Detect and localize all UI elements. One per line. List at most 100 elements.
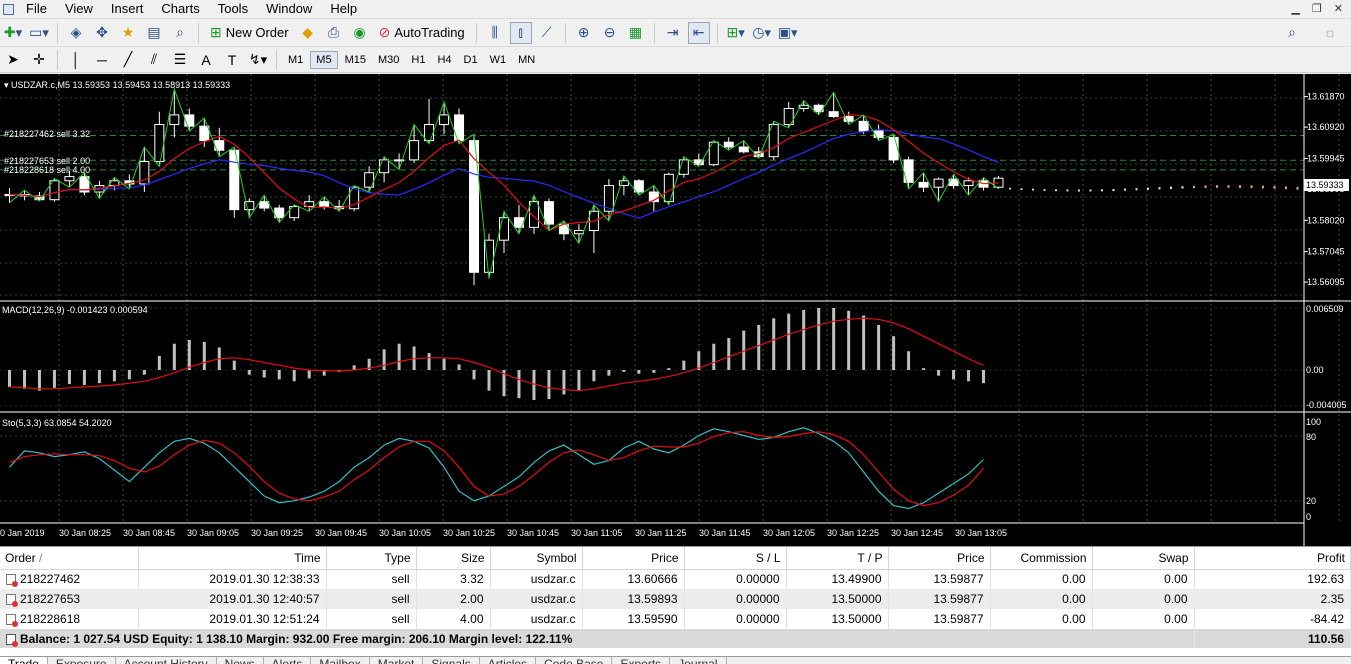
zoom-out-icon[interactable]: ⊖ [599, 22, 621, 44]
terminal-tab[interactable]: Market [370, 657, 424, 664]
profiles-icon[interactable]: ▭ ▾ [28, 22, 50, 44]
terminal-tab[interactable]: Trade [0, 657, 48, 664]
timeframe-w1[interactable]: W1 [485, 52, 512, 68]
terminal-tab[interactable]: Alerts [264, 657, 312, 664]
indicators-icon[interactable]: ⊞ ▾ [725, 22, 747, 44]
timeframe-m1[interactable]: M1 [283, 52, 308, 68]
crosshair-icon[interactable]: ✛ [28, 49, 50, 71]
strategy-tester-icon[interactable]: ⌕ [169, 22, 191, 44]
candlestick-icon[interactable]: ⫾ [509, 21, 532, 44]
trade-cell: 0.00 [990, 569, 1093, 589]
trade-row[interactable]: 218227653 2019.01.30 12:40:57 sell 2.00 usdz… [0, 589, 1351, 609]
line-chart-icon[interactable]: ⟋ [536, 22, 558, 44]
data-window-icon[interactable]: ✥ [91, 22, 113, 44]
arrows-icon[interactable]: ↯ ▾ [247, 49, 269, 71]
chart-shift-icon[interactable]: ⇤ [687, 21, 710, 44]
timeframe-h1[interactable]: H1 [406, 52, 430, 68]
time-tick: 30 Jan 12:45 [891, 528, 943, 538]
chat-icon[interactable]: ◌ [1319, 22, 1341, 44]
time-tick: 30 Jan 11:05 [571, 528, 622, 538]
search-icon[interactable]: ⌕ [1281, 22, 1303, 44]
trade-cell: 13.50000 [786, 589, 889, 609]
timeframe-h4[interactable]: H4 [432, 52, 456, 68]
col-time[interactable]: Time [138, 547, 327, 570]
new-chart-icon[interactable]: ✚ ▾ [2, 22, 24, 44]
macd-tick-top: 0.006509 [1306, 304, 1344, 314]
metaeditor-icon[interactable]: ◆ [297, 22, 319, 44]
col-commission[interactable]: Commission [990, 547, 1093, 570]
trade-row[interactable]: 218228618 2019.01.30 12:51:24 sell 4.00 usdz… [0, 609, 1351, 629]
terminal-tab[interactable]: Exposure [48, 657, 116, 664]
vertical-line-icon[interactable]: │ [65, 49, 87, 71]
terminal-tab[interactable]: Code Base [536, 657, 613, 664]
col-symbol[interactable]: Symbol [490, 547, 583, 570]
terminal-icon[interactable]: ▤ [143, 22, 165, 44]
balance-row: Balance: 1 027.54 USD Equity: 1 138.10 M… [0, 629, 1351, 648]
col-sl[interactable]: S / L [684, 547, 787, 570]
candle-body [64, 176, 75, 182]
channel-icon[interactable]: ⫽ [143, 49, 165, 71]
candle-body [439, 114, 450, 126]
chart-canvas[interactable]: ▾ USDZAR.c,M5 13.59353 13.59453 13.58913… [0, 74, 1351, 546]
col-current-price[interactable]: Price [888, 547, 991, 570]
col-swap[interactable]: Swap [1092, 547, 1195, 570]
minimize-icon[interactable]: ▁ [1291, 2, 1299, 15]
terminal-tab[interactable]: Account History [116, 657, 217, 664]
candle-body [933, 178, 944, 188]
horizontal-line-icon[interactable]: ─ [91, 49, 113, 71]
terminal-tab[interactable]: Signals [423, 657, 480, 664]
new-order-button[interactable]: ⊞ New Order [206, 22, 293, 44]
navigator-icon[interactable]: ★ [117, 22, 139, 44]
menu-charts[interactable]: Charts [153, 0, 209, 18]
candle-body [184, 114, 195, 127]
col-size[interactable]: Size [416, 547, 491, 570]
close-icon[interactable]: ✕ [1334, 2, 1343, 15]
col-order[interactable]: Order / [0, 547, 139, 570]
menu-tools[interactable]: Tools [210, 0, 258, 18]
terminal-tab[interactable]: Articles [480, 657, 537, 664]
menu-insert[interactable]: Insert [103, 0, 154, 18]
order-line-label-1: #218227462 sell 3.32 [4, 129, 90, 139]
sto-signal-line [9, 431, 984, 507]
chart-window[interactable]: ▾ USDZAR.c,M5 13.59353 13.59453 13.58913… [0, 74, 1351, 546]
trade-cell: -84.42 [1194, 609, 1351, 629]
text-label-icon[interactable]: T [221, 49, 243, 71]
menu-window[interactable]: Window [258, 0, 322, 18]
col-profit[interactable]: Profit [1194, 547, 1351, 570]
auto-scroll-icon[interactable]: ⇥ [662, 22, 684, 44]
terminal-tab[interactable]: Mailbox [311, 657, 370, 664]
terminal-tab[interactable]: News [217, 657, 264, 664]
candle-body [888, 136, 899, 161]
menu-file[interactable]: File [18, 0, 57, 18]
col-tp[interactable]: T / P [786, 547, 889, 570]
col-price[interactable]: Price [582, 547, 685, 570]
text-icon[interactable]: A [195, 49, 217, 71]
timeframe-d1[interactable]: D1 [459, 52, 483, 68]
trade-row[interactable]: 218227462 2019.01.30 12:38:33 sell 3.32 usdz… [0, 569, 1351, 589]
bar-chart-icon[interactable]: ⫼ [484, 22, 506, 44]
terminal-tab[interactable]: Experts [612, 657, 671, 664]
timeframe-m15[interactable]: M15 [340, 52, 371, 68]
timeframe-mn[interactable]: MN [513, 52, 540, 68]
restore-icon[interactable]: ❐ [1312, 2, 1322, 15]
menu-help[interactable]: Help [322, 0, 367, 18]
menu-view[interactable]: View [57, 0, 103, 18]
market-watch-icon[interactable]: ◈ [65, 22, 87, 44]
print-icon[interactable]: ⎙ [323, 22, 345, 44]
candle-body [573, 230, 584, 235]
tile-windows-icon[interactable]: ▦ [625, 22, 647, 44]
timeframe-m30[interactable]: M30 [373, 52, 404, 68]
timeframe-m5[interactable]: M5 [310, 50, 338, 69]
templates-icon[interactable]: ▣ ▾ [777, 22, 799, 44]
periods-icon[interactable]: ◷ ▾ [751, 22, 773, 44]
cursor-icon[interactable]: ➤ [2, 49, 24, 71]
candle-body [259, 201, 270, 209]
fibonacci-icon[interactable]: ☰ [169, 49, 191, 71]
signals-icon[interactable]: ◉ [349, 22, 371, 44]
autotrading-button[interactable]: ⊘ AutoTrading [375, 22, 469, 44]
trendline-icon[interactable]: ╱ [117, 49, 139, 71]
zoom-in-icon[interactable]: ⊕ [573, 22, 595, 44]
time-tick: 30 Jan 12:25 [827, 528, 879, 538]
col-type[interactable]: Type [326, 547, 417, 570]
terminal-tab[interactable]: Journal [670, 657, 727, 664]
